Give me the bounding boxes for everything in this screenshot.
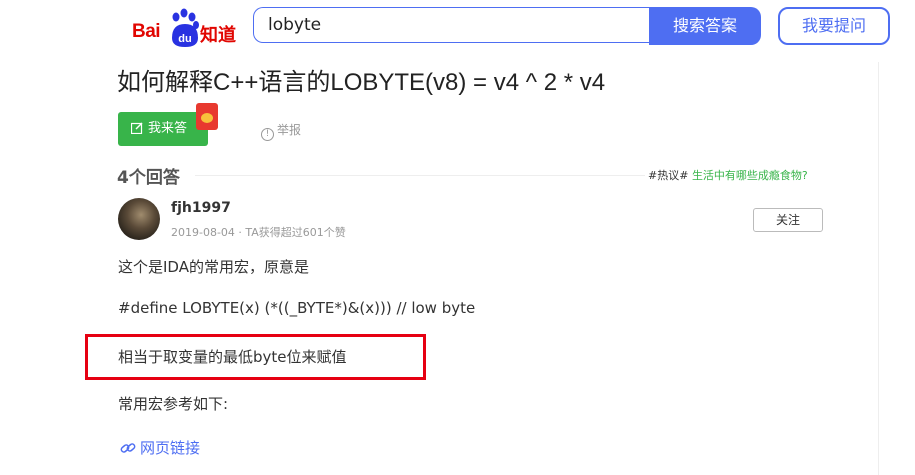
info-icon: ! xyxy=(261,128,274,141)
logo-du-text: du xyxy=(178,33,191,45)
report-link[interactable]: ! 举报 xyxy=(261,121,301,141)
answer-meta: 2019-08-04 · TA获得超过601个赞 xyxy=(171,226,346,239)
hot-topic-prefix: #热议# xyxy=(648,169,689,182)
red-packet-icon[interactable] xyxy=(196,103,218,130)
question-title: 如何解释C++语言的LOBYTE(v8) = v4 ^ 2 * v4 xyxy=(117,69,606,96)
ask-question-button[interactable]: 我要提问 xyxy=(778,7,890,45)
answer-count: 4个回答 xyxy=(117,168,180,188)
follow-button[interactable]: 关注 xyxy=(753,208,823,232)
hot-topic-link[interactable]: 生活中有哪些成瘾食物? xyxy=(692,169,808,182)
answer-button-label: 我来答 xyxy=(148,121,188,136)
avatar[interactable] xyxy=(118,198,160,240)
web-link[interactable]: 网页链接 xyxy=(120,437,200,458)
divider xyxy=(878,62,879,475)
highlight-box xyxy=(85,334,426,380)
answer-line: 常用宏参考如下: xyxy=(118,395,229,413)
answer-code-line: #define LOBYTE(x) (*((_BYTE*)&(x))) // l… xyxy=(118,299,476,317)
edit-icon xyxy=(131,122,143,134)
logo-bai-text: Bai xyxy=(132,21,161,42)
logo-zhidao-text: 知道 xyxy=(200,25,236,46)
answer-button[interactable]: 我来答 xyxy=(118,112,208,146)
hot-topic[interactable]: #热议# 生活中有哪些成瘾食物? xyxy=(648,167,808,183)
web-link-label: 网页链接 xyxy=(140,439,201,457)
answer-line: 这个是IDA的常用宏，原意是 xyxy=(118,258,309,276)
baidu-zhidao-logo[interactable]: Bai du 知道 xyxy=(130,8,240,48)
search-box xyxy=(253,7,649,43)
divider xyxy=(195,175,645,176)
username[interactable]: fjh1997 xyxy=(171,200,231,216)
report-label: 举报 xyxy=(277,123,302,137)
search-button[interactable]: 搜索答案 xyxy=(649,7,761,45)
link-icon xyxy=(120,443,136,453)
search-input[interactable] xyxy=(254,8,648,42)
paw-icon: du xyxy=(172,8,199,47)
